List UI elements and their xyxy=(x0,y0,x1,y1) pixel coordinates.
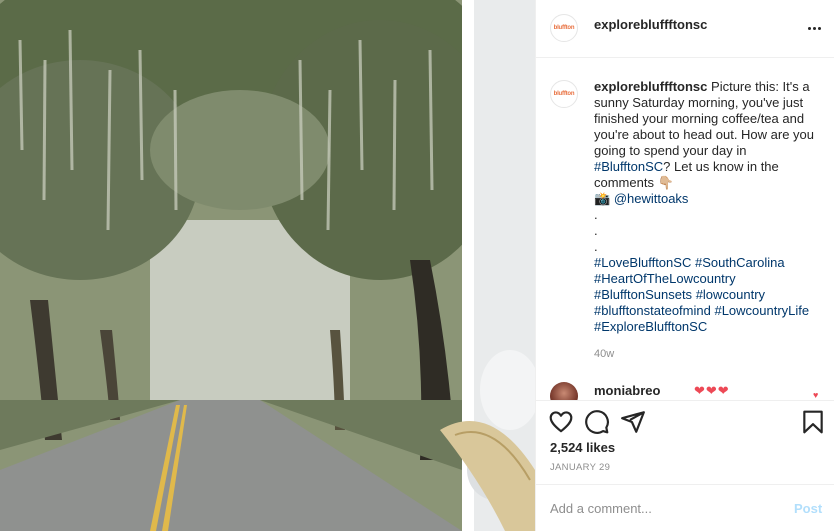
caption-line: sunny Saturday morning, you've just xyxy=(594,95,804,110)
commenter-username[interactable]: moniabreo xyxy=(594,383,660,398)
caption-line: you're about to head out. How are you xyxy=(594,127,815,142)
commenter-avatar[interactable] xyxy=(550,382,578,400)
comment-like-icon[interactable]: ♥ xyxy=(813,390,818,400)
add-comment-bar: Post xyxy=(536,484,834,531)
post-side-panel: bluffton explorebluffftonsc bluffton exp… xyxy=(535,0,834,531)
avatar[interactable]: bluffton xyxy=(550,14,578,42)
hashtag-link[interactable]: #lowcountry xyxy=(696,287,765,302)
caption-dot: . xyxy=(594,207,598,222)
avatar-logo-text: bluffton xyxy=(553,25,575,31)
add-comment-input[interactable] xyxy=(550,497,780,519)
post-time-ago[interactable]: 40w xyxy=(594,348,614,360)
hashtag-link[interactable]: #SouthCarolina xyxy=(695,255,785,270)
hashtag-link[interactable]: #LoveBlufftonSC xyxy=(594,255,691,270)
caption-dot: . xyxy=(594,239,598,254)
paper-plane-icon[interactable] xyxy=(620,409,646,435)
likes-count[interactable]: 2,524 likes xyxy=(550,440,615,455)
comment-text: ❤❤❤ xyxy=(694,383,730,398)
comment-icon[interactable] xyxy=(584,409,610,435)
hashtag-link[interactable]: #blufftonstateofmind xyxy=(594,303,711,318)
hashtag-link[interactable]: #BlufftonSunsets xyxy=(594,287,692,302)
caption-line: Picture this: It's a xyxy=(711,79,810,94)
caption-dot: . xyxy=(594,223,598,238)
caption-username[interactable]: explorebluffftonsc xyxy=(594,79,707,94)
post-photo[interactable] xyxy=(0,0,535,531)
post-caption: explorebluffftonsc Picture this: It's a … xyxy=(594,79,826,335)
hashtag-link[interactable]: #BlufftonSC xyxy=(594,159,663,174)
post-header: bluffton explorebluffftonsc xyxy=(536,0,834,58)
hashtag-link[interactable]: #LowcountryLife xyxy=(714,303,809,318)
more-options-icon[interactable] xyxy=(804,18,824,38)
caption-line: comments 👇🏼 xyxy=(594,175,674,190)
caption-avatar-logo-text: bluffton xyxy=(553,91,575,97)
caption-avatar[interactable]: bluffton xyxy=(550,80,578,108)
hashtag-link[interactable]: #ExploreBlufftonSC xyxy=(594,319,707,334)
post-username[interactable]: explorebluffftonsc xyxy=(594,17,707,32)
post-actions: 2,524 likes JANUARY 29 xyxy=(536,400,834,484)
heart-icon[interactable] xyxy=(548,409,574,435)
mention-link[interactable]: @hewittoaks xyxy=(614,191,689,206)
photo-illustration xyxy=(0,0,535,531)
caption-line: finished your morning coffee/tea and xyxy=(594,111,805,126)
comment-item: moniabreo ❤❤❤ ♥ xyxy=(536,380,834,400)
bookmark-icon[interactable] xyxy=(800,409,826,435)
camera-emoji: 📸 xyxy=(594,191,611,206)
caption-line: ? Let us know in the xyxy=(663,159,779,174)
hashtag-link[interactable]: #HeartOfTheLowcountry xyxy=(594,271,736,286)
post-date[interactable]: JANUARY 29 xyxy=(550,462,610,473)
post-comment-button[interactable]: Post xyxy=(794,501,822,516)
caption-line: going to spend your day in xyxy=(594,143,747,158)
